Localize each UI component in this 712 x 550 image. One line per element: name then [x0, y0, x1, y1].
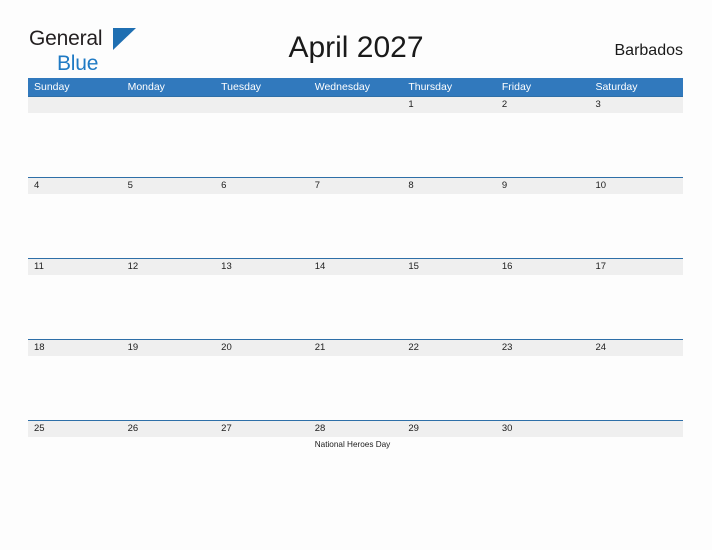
day-number[interactable]: 27 — [215, 421, 309, 437]
week-event-band — [28, 275, 683, 340]
day-number[interactable]: 10 — [589, 178, 683, 194]
week-row: 1 2 3 — [28, 96, 683, 177]
day-number[interactable]: 5 — [122, 178, 216, 194]
day-cell[interactable] — [589, 194, 683, 259]
weekday-wednesday: Wednesday — [314, 81, 370, 93]
day-number[interactable] — [122, 97, 216, 113]
day-cell[interactable] — [28, 356, 122, 421]
day-cell[interactable] — [496, 275, 590, 340]
day-number[interactable]: 24 — [589, 340, 683, 356]
week-date-band: 18 19 20 21 22 23 24 — [28, 339, 683, 356]
day-number[interactable]: 3 — [589, 97, 683, 113]
day-cell[interactable] — [589, 437, 683, 502]
day-cell[interactable] — [28, 194, 122, 259]
weekday-friday: Friday — [501, 81, 532, 93]
day-number[interactable]: 19 — [122, 340, 216, 356]
weekday-sunday: Sunday — [34, 81, 70, 93]
day-number[interactable]: 22 — [402, 340, 496, 356]
day-number[interactable]: 16 — [496, 259, 590, 275]
day-cell[interactable] — [402, 113, 496, 178]
day-number[interactable]: 21 — [309, 340, 403, 356]
day-event-text: National Heroes Day — [314, 440, 391, 449]
day-number[interactable]: 9 — [496, 178, 590, 194]
day-number[interactable]: 17 — [589, 259, 683, 275]
day-cell[interactable] — [402, 437, 496, 502]
day-number[interactable]: 15 — [402, 259, 496, 275]
day-cell[interactable] — [309, 275, 403, 340]
page-header: General Blue April 2027 Barbados — [0, 0, 712, 78]
day-cell[interactable] — [589, 275, 683, 340]
week-row: 4 5 6 7 8 9 10 — [28, 177, 683, 258]
day-cell[interactable] — [589, 356, 683, 421]
page-title: April 2027 — [288, 31, 424, 64]
day-cell[interactable] — [122, 275, 216, 340]
day-number[interactable]: 8 — [402, 178, 496, 194]
week-date-band: 1 2 3 — [28, 96, 683, 113]
day-number[interactable]: 1 — [402, 97, 496, 113]
day-number[interactable] — [589, 421, 683, 437]
day-number[interactable]: 25 — [28, 421, 122, 437]
day-number[interactable]: 26 — [122, 421, 216, 437]
day-number[interactable] — [28, 97, 122, 113]
day-cell[interactable] — [215, 194, 309, 259]
day-cell[interactable] — [309, 356, 403, 421]
day-number[interactable]: 13 — [215, 259, 309, 275]
day-cell[interactable] — [28, 437, 122, 502]
day-cell[interactable] — [215, 113, 309, 178]
day-number[interactable]: 14 — [309, 259, 403, 275]
day-cell[interactable] — [496, 113, 590, 178]
week-row: 18 19 20 21 22 23 24 — [28, 339, 683, 420]
day-number[interactable]: 4 — [28, 178, 122, 194]
weekday-saturday: Saturday — [595, 81, 638, 93]
day-cell[interactable] — [215, 275, 309, 340]
location-label: Barbados — [614, 42, 684, 59]
week-date-band: 11 12 13 14 15 16 17 — [28, 258, 683, 275]
day-number[interactable]: 20 — [215, 340, 309, 356]
week-row: 25 26 27 28 29 30 National Heroes Day — [28, 420, 683, 501]
day-number[interactable]: 23 — [496, 340, 590, 356]
day-cell[interactable] — [496, 356, 590, 421]
day-number[interactable]: 6 — [215, 178, 309, 194]
day-cell[interactable] — [496, 437, 590, 502]
day-number[interactable]: 28 — [309, 421, 403, 437]
day-cell[interactable] — [122, 194, 216, 259]
week-event-band: National Heroes Day — [28, 437, 683, 502]
day-number[interactable]: 2 — [496, 97, 590, 113]
weekday-tuesday: Tuesday — [221, 81, 262, 93]
day-number[interactable]: 18 — [28, 340, 122, 356]
week-event-band — [28, 113, 683, 178]
day-number[interactable]: 30 — [496, 421, 590, 437]
day-cell[interactable] — [122, 356, 216, 421]
day-cell[interactable] — [28, 113, 122, 178]
day-number[interactable]: 29 — [402, 421, 496, 437]
day-cell[interactable] — [402, 275, 496, 340]
weekday-header-row: Sunday Monday Tuesday Wednesday Thursday… — [28, 78, 683, 96]
week-event-band — [28, 356, 683, 421]
calendar-grid: Sunday Monday Tuesday Wednesday Thursday… — [28, 78, 683, 501]
day-cell[interactable] — [122, 437, 216, 502]
day-cell[interactable] — [402, 194, 496, 259]
day-number[interactable]: 12 — [122, 259, 216, 275]
day-cell[interactable] — [28, 275, 122, 340]
day-cell[interactable] — [589, 113, 683, 178]
week-row: 11 12 13 14 15 16 17 — [28, 258, 683, 339]
day-number[interactable] — [215, 97, 309, 113]
day-cell[interactable] — [215, 356, 309, 421]
day-cell[interactable] — [402, 356, 496, 421]
day-cell[interactable] — [215, 437, 309, 502]
day-number[interactable]: 11 — [28, 259, 122, 275]
day-number[interactable]: 7 — [309, 178, 403, 194]
week-event-band — [28, 194, 683, 259]
week-date-band: 25 26 27 28 29 30 — [28, 420, 683, 437]
day-cell[interactable] — [122, 113, 216, 178]
weekday-monday: Monday — [127, 81, 165, 93]
week-date-band: 4 5 6 7 8 9 10 — [28, 177, 683, 194]
weekday-thursday: Thursday — [408, 81, 453, 93]
day-cell[interactable] — [496, 194, 590, 259]
day-cell[interactable] — [309, 113, 403, 178]
day-number[interactable] — [309, 97, 403, 113]
day-cell[interactable]: National Heroes Day — [309, 437, 403, 502]
day-cell[interactable] — [309, 194, 403, 259]
